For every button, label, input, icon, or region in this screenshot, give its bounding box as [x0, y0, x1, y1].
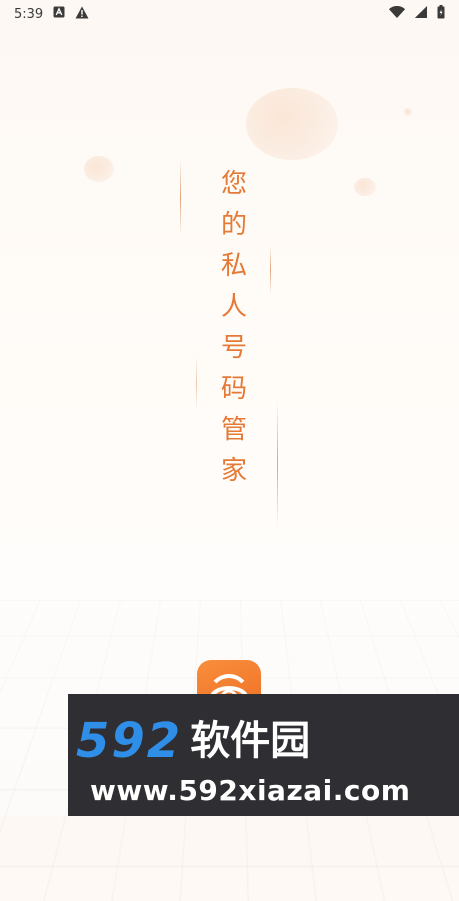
decor-bubble-small	[354, 178, 376, 196]
decor-bubble-tiny	[404, 108, 412, 116]
slogan-char: 您	[220, 169, 247, 199]
cell-signal-icon	[415, 6, 427, 22]
watermark-brand-text: 软件园	[190, 718, 311, 764]
watermark-url: www.592xiazai.com	[90, 774, 411, 807]
watermark-logo: 592 软件园	[76, 716, 310, 766]
battery-icon	[437, 5, 445, 23]
warning-icon	[75, 6, 89, 23]
slogan-char: 号	[220, 333, 247, 363]
slogan-char: 家	[220, 456, 247, 486]
slogan-char: 码	[220, 374, 247, 404]
decor-line	[196, 356, 197, 410]
status-bar-left: 5:39	[14, 6, 89, 23]
decor-line	[180, 160, 181, 236]
status-bar-right	[389, 5, 445, 23]
wifi-icon	[389, 5, 405, 22]
splash-slogan: 您 的 私 人 号 码 管 家	[218, 164, 250, 492]
clock-time: 5:39	[14, 6, 44, 22]
watermark-number: 592	[76, 713, 183, 769]
slogan-char: 私	[220, 251, 247, 281]
watermark-banner: 592 软件园 www.592xiazai.com	[68, 694, 459, 816]
slogan-char: 管	[220, 415, 247, 445]
decor-bubble-large	[246, 88, 338, 160]
decor-bubble-small	[84, 156, 114, 182]
status-bar: 5:39	[0, 0, 459, 28]
decor-line	[277, 400, 278, 528]
decor-line	[270, 246, 271, 294]
a-box-icon	[53, 6, 65, 22]
slogan-char: 人	[220, 292, 247, 322]
slogan-char: 的	[220, 210, 247, 240]
